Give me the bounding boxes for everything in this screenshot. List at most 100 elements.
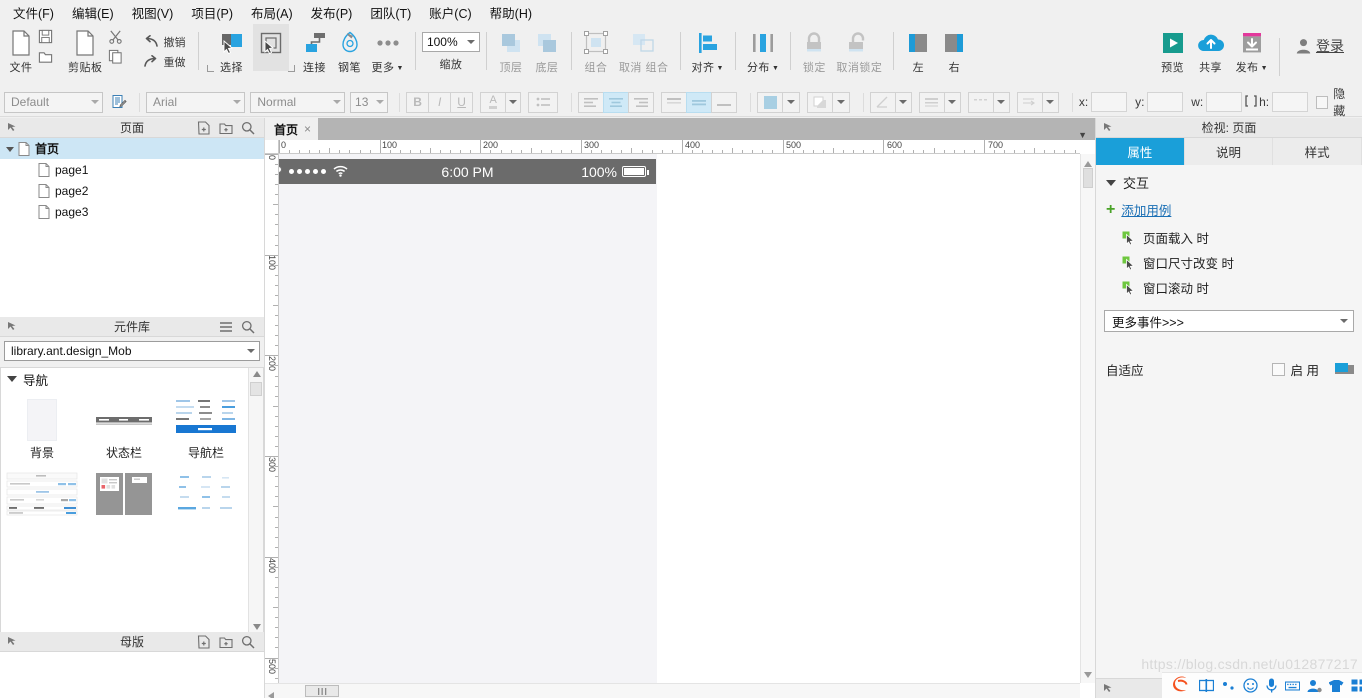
add-master-folder-icon[interactable]: [218, 634, 234, 650]
redo-button[interactable]: 重做: [137, 52, 192, 72]
y-input[interactable]: [1147, 92, 1184, 112]
canvas-hscroll-thumb[interactable]: [305, 685, 339, 697]
event-row-window-resize[interactable]: 窗口尺寸改变 时: [1096, 250, 1362, 275]
tab-notes[interactable]: 说明: [1184, 138, 1274, 165]
valign-top-button[interactable]: [661, 91, 688, 113]
style-edit-button[interactable]: [108, 94, 129, 110]
x-input[interactable]: [1091, 92, 1128, 112]
valign-middle-button[interactable]: [686, 91, 713, 113]
fill-color-button[interactable]: [757, 91, 783, 113]
menu-project[interactable]: 项目(P): [182, 0, 242, 25]
publish-button[interactable]: 发布 ▼: [1231, 24, 1273, 75]
undo-button[interactable]: 撤销: [137, 32, 192, 52]
font-family-select[interactable]: Arial: [146, 91, 246, 113]
shadow-dropdown[interactable]: [832, 91, 850, 113]
menu-edit[interactable]: 编辑(E): [63, 0, 123, 25]
underline-button[interactable]: U: [450, 91, 474, 113]
canvas-vscroll-thumb[interactable]: [1083, 168, 1093, 188]
scroll-left-arrow-icon[interactable]: [268, 689, 274, 698]
library-widget-row2-2[interactable]: [83, 463, 165, 519]
library-select[interactable]: library.ant.design_Mob: [4, 341, 260, 361]
zoom-combobox[interactable]: 100%: [421, 32, 480, 52]
arrow-style-dropdown[interactable]: [1041, 91, 1059, 113]
library-scrollbar[interactable]: [248, 368, 263, 632]
tab-style[interactable]: 样式: [1273, 138, 1362, 165]
bring-to-front-button[interactable]: 顶层: [493, 24, 529, 75]
collapse-arrow-icon[interactable]: [4, 319, 20, 335]
ime-skin-icon[interactable]: [1329, 678, 1344, 693]
add-folder-icon[interactable]: [218, 120, 234, 136]
connect-tool-button[interactable]: 连接: [297, 24, 333, 75]
menu-layout[interactable]: 布局(A): [242, 0, 302, 25]
italic-button[interactable]: I: [428, 91, 452, 113]
page-tree-item-page1[interactable]: page1: [0, 159, 264, 180]
ime-punctuation-icon[interactable]: [1221, 678, 1236, 693]
library-scroll-thumb[interactable]: [250, 382, 262, 396]
fill-color-dropdown[interactable]: [782, 91, 800, 113]
save-icon[interactable]: [38, 29, 53, 47]
aspect-lock-icon[interactable]: [1245, 94, 1257, 110]
bold-button[interactable]: B: [406, 91, 430, 113]
ime-apps-icon[interactable]: [1351, 678, 1362, 693]
ime-keyboard-icon[interactable]: [1285, 678, 1300, 693]
tab-overflow-chevron-icon[interactable]: ▼: [1078, 130, 1095, 140]
align-right-button[interactable]: [628, 91, 655, 113]
library-widget-row2-3[interactable]: [165, 463, 247, 519]
font-color-button[interactable]: A: [480, 91, 507, 113]
device-preview-icon[interactable]: [1335, 362, 1354, 378]
cut-scissors-icon[interactable]: [108, 29, 123, 47]
interactions-section-header[interactable]: 交互: [1096, 165, 1362, 196]
hamburger-menu-icon[interactable]: [218, 319, 234, 335]
library-widget-background[interactable]: 背景: [1, 394, 83, 463]
login-button[interactable]: 登录: [1286, 24, 1354, 56]
mobile-status-bar-widget[interactable]: 6:00 PM 100%: [279, 159, 656, 184]
select-tool-button[interactable]: 选择: [213, 24, 251, 75]
scroll-down-arrow-icon[interactable]: [252, 623, 261, 630]
close-icon[interactable]: ×: [304, 122, 311, 136]
library-widget-row2-1[interactable]: [1, 463, 83, 519]
menu-view[interactable]: 视图(V): [123, 0, 183, 25]
page-tree-item-page2[interactable]: page2: [0, 180, 264, 201]
scroll-up-arrow-icon[interactable]: [252, 370, 261, 377]
border-width-button[interactable]: [869, 91, 896, 113]
ime-microphone-icon[interactable]: [1265, 678, 1278, 693]
line-dash-dropdown[interactable]: [992, 91, 1010, 113]
shadow-button[interactable]: [807, 91, 833, 113]
canvas-tab-home[interactable]: 首页 ×: [265, 118, 319, 140]
search-icon[interactable]: [240, 120, 256, 136]
font-color-dropdown[interactable]: [505, 91, 522, 113]
align-left-button[interactable]: [578, 91, 605, 113]
ime-emoji-icon[interactable]: [1243, 678, 1258, 693]
ime-user-icon[interactable]: [1307, 678, 1322, 693]
ime-mode-icon[interactable]: [1199, 678, 1214, 693]
open-folder-icon[interactable]: [38, 49, 53, 67]
collapse-arrow-icon[interactable]: [1100, 681, 1116, 697]
tab-properties[interactable]: 属性: [1096, 138, 1185, 165]
line-type-button[interactable]: [918, 91, 945, 113]
copy-icon[interactable]: [108, 49, 123, 67]
menu-file[interactable]: 文件(F): [4, 0, 63, 25]
ungroup-button[interactable]: 取消 组合: [614, 24, 674, 75]
distribute-button[interactable]: 分布 ▼: [742, 24, 784, 75]
select-mode-button[interactable]: [252, 24, 289, 71]
lock-button[interactable]: 锁定: [797, 24, 831, 75]
hide-checkbox[interactable]: [1315, 95, 1329, 109]
menu-help[interactable]: 帮助(H): [481, 0, 541, 25]
bullet-list-button[interactable]: [528, 91, 559, 113]
event-row-page-load[interactable]: 页面载入 时: [1096, 225, 1362, 250]
event-row-window-scroll[interactable]: 窗口滚动 时: [1096, 275, 1362, 300]
masters-list[interactable]: [0, 652, 264, 698]
panel-left-button[interactable]: 左: [900, 24, 936, 75]
align-center-button[interactable]: [603, 91, 630, 113]
send-to-back-button[interactable]: 底层: [529, 24, 565, 75]
pen-tool-button[interactable]: 钢笔: [333, 24, 367, 75]
add-page-icon[interactable]: [196, 120, 212, 136]
preview-button[interactable]: 预览: [1155, 24, 1191, 75]
line-type-dropdown[interactable]: [943, 91, 961, 113]
add-case-button[interactable]: + 添加用例: [1096, 196, 1362, 225]
expand-triangle-icon[interactable]: [6, 147, 14, 152]
group-button[interactable]: 组合: [578, 24, 614, 75]
search-icon[interactable]: [240, 319, 256, 335]
library-widget-nav-bar[interactable]: 导航栏: [165, 394, 247, 463]
menu-publish[interactable]: 发布(P): [302, 0, 362, 25]
